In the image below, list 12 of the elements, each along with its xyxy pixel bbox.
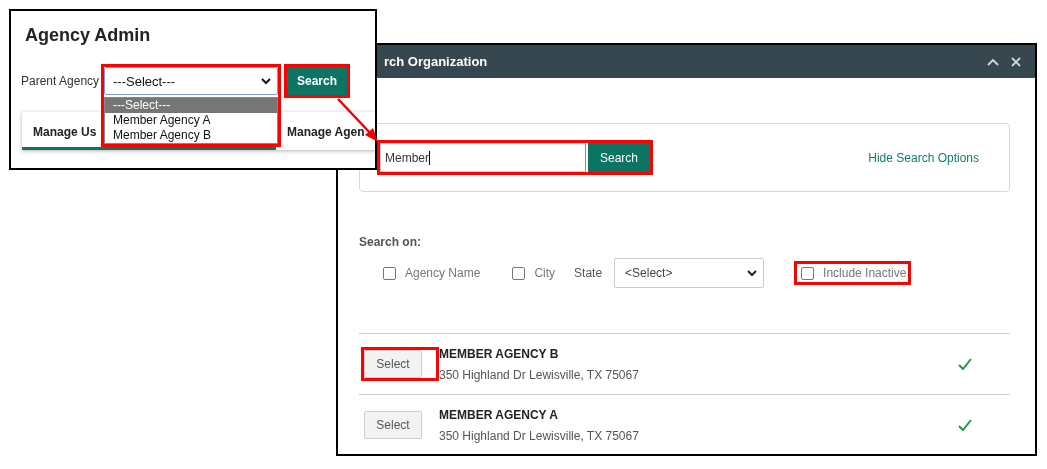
agency-name: MEMBER AGENCY A xyxy=(439,407,559,422)
state-label: State xyxy=(574,266,603,280)
window-title: rch Organization xyxy=(384,54,488,69)
agency-name: MEMBER AGENCY B xyxy=(439,346,560,361)
checkbox-label: Include Inactive xyxy=(823,266,907,280)
agency-address: 350 Highland Dr Lewisville, TX 75067 xyxy=(439,367,640,382)
checkbox-label: Agency Name xyxy=(405,266,481,280)
parent-agency-label: Parent Agency xyxy=(21,74,101,88)
agency-address: 350 Highland Dr Lewisville, TX 75067 xyxy=(439,428,640,443)
page-title: Agency Admin xyxy=(25,25,152,46)
checkbox-label: City xyxy=(534,266,556,280)
search-on-label: Search on: xyxy=(359,235,422,249)
